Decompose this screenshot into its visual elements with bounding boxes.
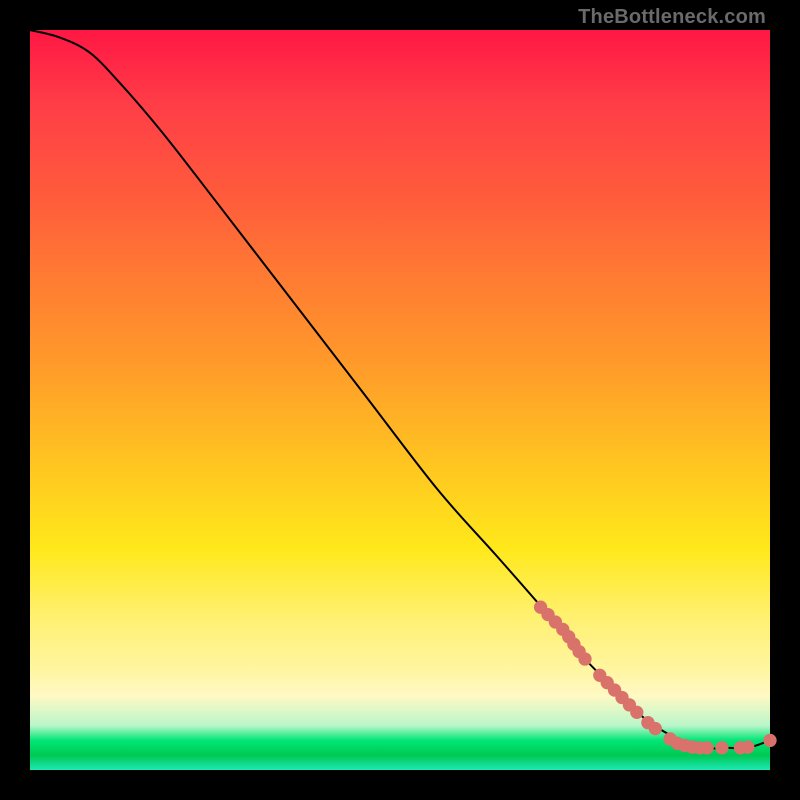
marker-point [630, 706, 643, 719]
chart-stage: TheBottleneck.com [0, 0, 800, 800]
marker-point [700, 741, 713, 754]
marker-point [578, 652, 591, 665]
bottleneck-curve [30, 30, 770, 749]
marker-point [715, 741, 728, 754]
highlight-markers [534, 601, 777, 755]
marker-point [649, 722, 662, 735]
watermark-text: TheBottleneck.com [578, 6, 766, 29]
marker-point [741, 740, 754, 753]
plot-area [30, 30, 770, 770]
curve-layer [30, 30, 770, 770]
marker-point [763, 734, 776, 747]
